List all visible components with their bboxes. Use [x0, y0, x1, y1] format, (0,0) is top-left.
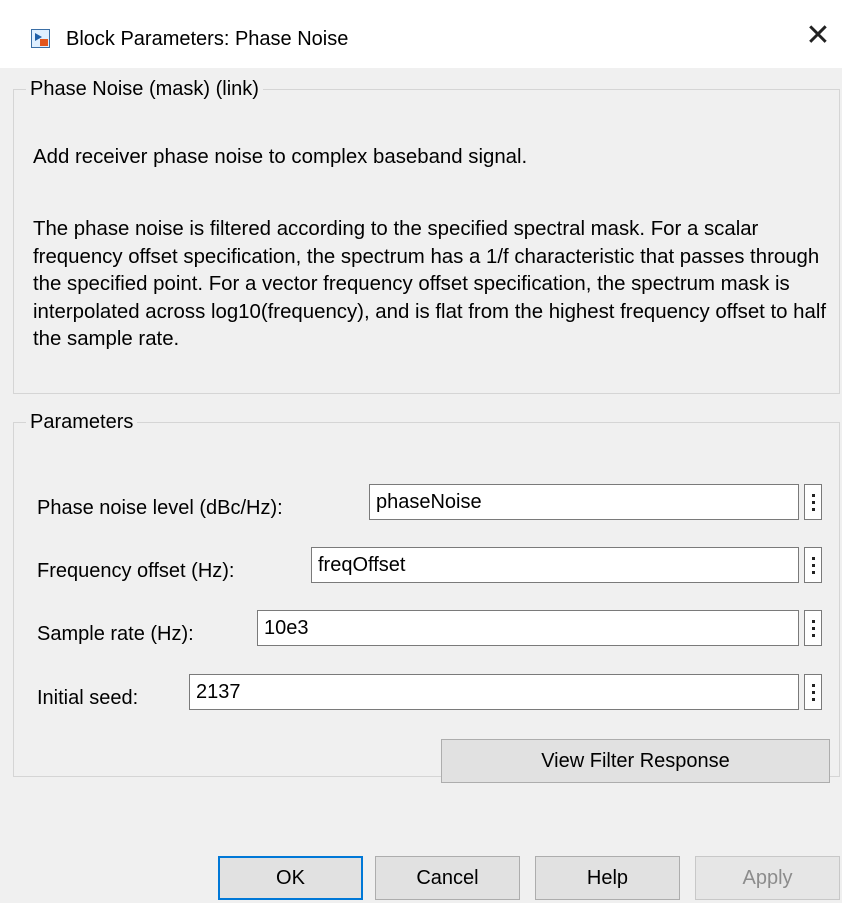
- sample-rate-input[interactable]: [257, 610, 799, 646]
- close-icon[interactable]: ✕: [800, 18, 836, 54]
- parameters-group: Parameters Phase noise level (dBc/Hz): F…: [13, 411, 840, 783]
- mask-description-long: The phase noise is filtered according to…: [33, 218, 827, 350]
- phase-noise-level-input[interactable]: [369, 484, 799, 520]
- block-parameters-dialog: Block Parameters: Phase Noise ✕ Phase No…: [0, 0, 842, 903]
- apply-button[interactable]: Apply: [695, 856, 840, 900]
- initial-seed-label: Initial seed:: [37, 687, 139, 709]
- view-filter-response-button[interactable]: View Filter Response: [441, 739, 830, 783]
- initial-seed-input[interactable]: [189, 674, 799, 710]
- sample-rate-label: Sample rate (Hz):: [37, 623, 194, 645]
- frequency-offset-label: Frequency offset (Hz):: [37, 560, 235, 582]
- parameters-group-legend: Parameters: [30, 411, 134, 433]
- frequency-offset-input[interactable]: [311, 547, 799, 583]
- help-button[interactable]: Help: [535, 856, 680, 900]
- phase-noise-level-label: Phase noise level (dBc/Hz):: [37, 497, 283, 519]
- cancel-button[interactable]: Cancel: [375, 856, 520, 900]
- sample-rate-menu-button[interactable]: [804, 610, 822, 646]
- phase-noise-level-menu-button[interactable]: [804, 484, 822, 520]
- title-bar[interactable]: Block Parameters: Phase Noise ✕: [0, 0, 842, 68]
- simulink-block-icon: [31, 29, 50, 48]
- frequency-offset-menu-button[interactable]: [804, 547, 822, 583]
- ok-button[interactable]: OK: [218, 856, 363, 900]
- window-title: Block Parameters: Phase Noise: [66, 28, 349, 50]
- initial-seed-menu-button[interactable]: [804, 674, 822, 710]
- mask-description-short: Add receiver phase noise to complex base…: [33, 146, 528, 168]
- mask-description-group: Phase Noise (mask) (link) Add receiver p…: [13, 78, 840, 394]
- mask-group-legend: Phase Noise (mask) (link): [30, 78, 259, 100]
